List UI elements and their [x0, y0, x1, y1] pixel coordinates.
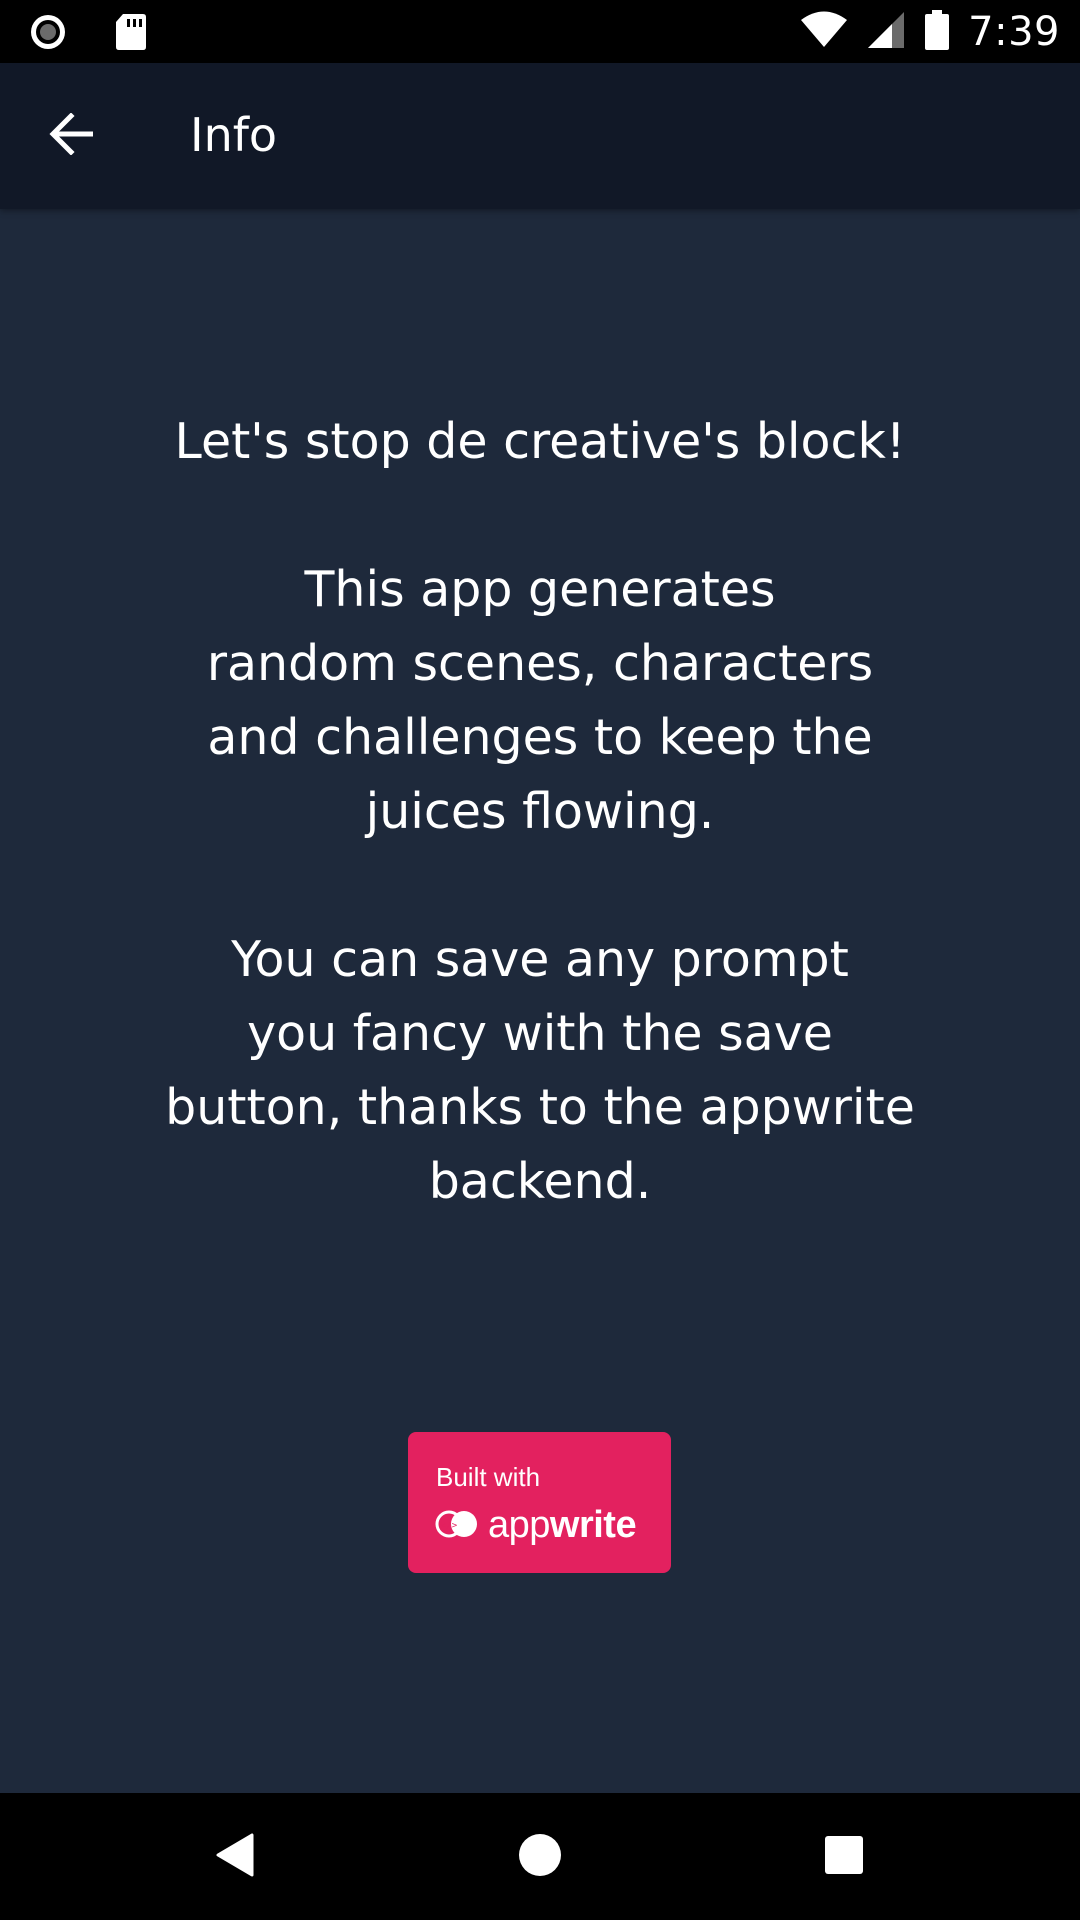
- appwrite-logo-icon: </>: [434, 1509, 480, 1543]
- arrow-back-icon: [49, 112, 95, 159]
- navigation-bar: [0, 1793, 1080, 1920]
- status-bar-left: [28, 12, 148, 56]
- wifi-icon: [800, 11, 848, 53]
- battery-icon: [924, 9, 950, 54]
- nav-recents-button[interactable]: [789, 1793, 899, 1920]
- wordmark-bold: write: [549, 1504, 637, 1546]
- home-circle-icon: [518, 1833, 562, 1881]
- cell-signal-icon: [866, 10, 906, 54]
- svg-text:</>: </>: [441, 1521, 458, 1531]
- appwrite-logo: </> appwrite: [434, 1504, 637, 1547]
- nav-home-button[interactable]: [485, 1793, 595, 1920]
- back-triangle-icon: [214, 1832, 256, 1882]
- status-bar-right: 7:39: [800, 0, 1060, 63]
- page-title: Info: [190, 108, 278, 162]
- app-bar: Info: [0, 63, 1080, 209]
- badge-caption: Built with: [436, 1462, 541, 1492]
- nav-back-button[interactable]: [180, 1793, 290, 1920]
- appwrite-wordmark: appwrite: [488, 1504, 637, 1547]
- status-time: 7:39: [968, 8, 1060, 55]
- back-button[interactable]: [36, 103, 108, 169]
- status-bar: 7:39: [0, 0, 1080, 63]
- sd-card-icon: [114, 12, 148, 56]
- record-icon: [28, 12, 68, 56]
- built-with-appwrite-badge[interactable]: Built with </> appwrite: [408, 1432, 671, 1573]
- recents-square-icon: [824, 1835, 864, 1879]
- wordmark-thin: app: [488, 1504, 550, 1546]
- info-text: Let's stop de creative's block! This app…: [165, 413, 915, 1210]
